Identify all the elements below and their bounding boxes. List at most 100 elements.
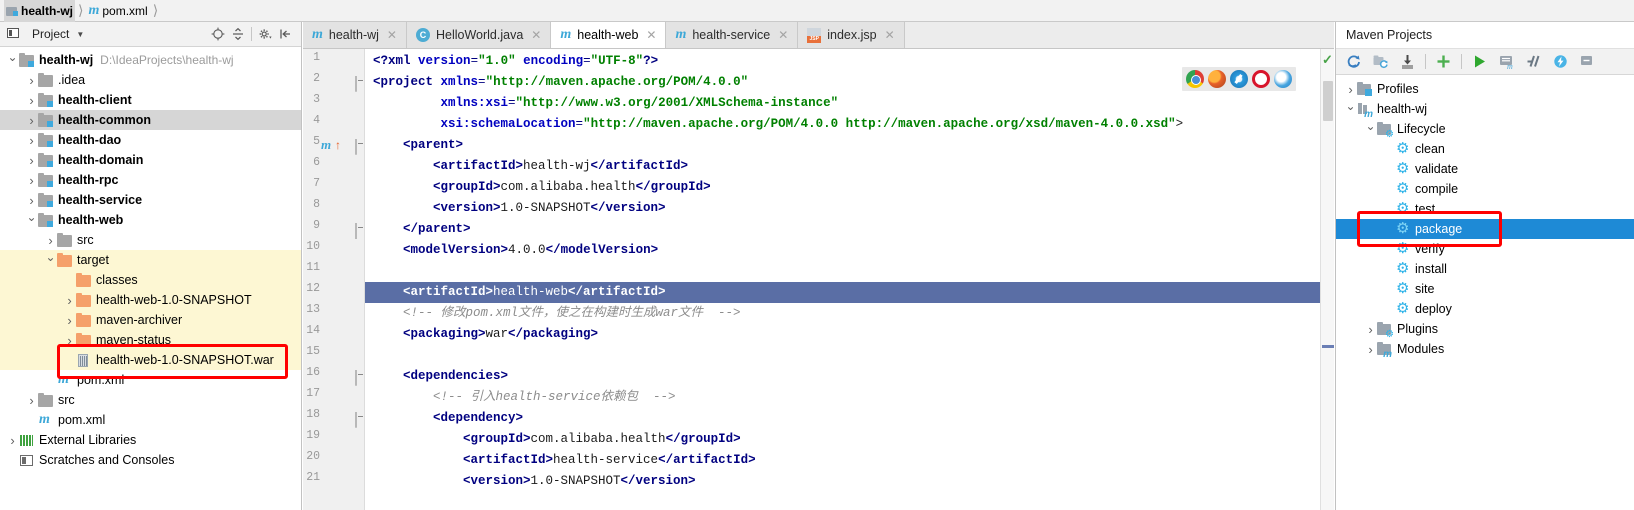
chevron-right-icon[interactable] — [63, 293, 76, 308]
reimport-icon[interactable] — [1341, 51, 1366, 73]
maven-goals-tree[interactable]: Profiles health-wj Lifecycle clean validate c… — [1336, 76, 1634, 510]
code-line[interactable]: <modelVersion>4.0.0</modelVersion> — [365, 240, 658, 261]
editor-marker-bar[interactable]: ✓ — [1320, 49, 1334, 510]
chevron-right-icon[interactable] — [1344, 82, 1357, 97]
code-line[interactable]: </parent> — [365, 219, 471, 240]
maven-tree-item-package[interactable]: package — [1336, 219, 1634, 239]
chevron-right-icon[interactable] — [44, 233, 57, 248]
add-icon[interactable] — [1431, 51, 1456, 73]
close-icon[interactable]: ✕ — [387, 28, 397, 42]
editor-gutter[interactable]: 1 2 3 4 5 6 7 8 9 10 11 12 13 14 15 16 17 18 19 20 21 m ↑ — [303, 49, 365, 510]
maven-tree-item-validate[interactable]: validate — [1336, 159, 1634, 179]
opera-icon[interactable] — [1252, 70, 1270, 88]
code-fold-toggle[interactable] — [355, 370, 365, 386]
firefox-icon[interactable] — [1208, 70, 1226, 88]
breadcrumb-item-project[interactable]: health-wj — [4, 0, 76, 22]
tree-item-pom-xml[interactable]: m pom.xml — [0, 410, 301, 430]
chevron-down-icon[interactable] — [6, 53, 19, 67]
edge-icon[interactable] — [1274, 70, 1292, 88]
tree-item-health-domain[interactable]: health-domain — [0, 150, 301, 170]
tree-item-target[interactable]: target — [0, 250, 301, 270]
code-line[interactable]: <artifactId>health-wj</artifactId> — [365, 156, 688, 177]
chevron-right-icon[interactable] — [6, 433, 19, 448]
editor-tab-helloworld-java[interactable]: C HelloWorld.java ✕ — [406, 22, 552, 48]
maven-tree-item-lifecycle[interactable]: Lifecycle — [1336, 119, 1634, 140]
close-icon[interactable]: ✕ — [885, 28, 895, 42]
toggle-skip-tests-icon[interactable] — [1521, 51, 1546, 73]
chevron-down-icon[interactable] — [25, 213, 38, 227]
project-file-tree[interactable]: health-wj D:\IdeaProjects\health-wj .idea h… — [0, 48, 301, 510]
code-line[interactable]: xsi:schemaLocation="http://maven.apache.… — [365, 114, 1184, 135]
maven-tree-item-modules[interactable]: Modules — [1336, 339, 1634, 360]
chevron-right-icon[interactable] — [25, 173, 38, 188]
gear-icon[interactable] — [255, 24, 275, 44]
code-line[interactable]: <artifactId>health-web</artifactId> — [365, 282, 666, 303]
editor-tab-health-service[interactable]: m health-service ✕ — [666, 22, 799, 48]
maven-tree-item-test[interactable]: test — [1336, 199, 1634, 219]
chrome-icon[interactable] — [1186, 70, 1204, 88]
code-fold-toggle[interactable] — [355, 223, 365, 239]
code-content[interactable]: <?xml version="1.0" encoding="UTF-8"?> <p… — [365, 49, 1334, 510]
chevron-right-icon[interactable] — [25, 73, 38, 88]
code-line[interactable]: <groupId>com.alibaba.health</groupId> — [365, 429, 741, 450]
tree-item-health-client[interactable]: health-client — [0, 90, 301, 110]
chevron-right-icon[interactable] — [63, 313, 76, 328]
maven-tree-item-site[interactable]: site — [1336, 279, 1634, 299]
chevron-right-icon[interactable] — [25, 93, 38, 108]
maven-tree-item-clean[interactable]: clean — [1336, 139, 1634, 159]
code-line[interactable]: <project xmlns="http://maven.apache.org/… — [365, 72, 748, 93]
execute-goal-icon[interactable]: m — [1494, 51, 1519, 73]
generate-sources-icon[interactable] — [1368, 51, 1393, 73]
locate-icon[interactable] — [208, 24, 228, 44]
chevron-right-icon[interactable] — [25, 193, 38, 208]
code-line[interactable]: xmlns:xsi="http://www.w3.org/2001/XMLSch… — [365, 93, 839, 114]
collapse-all-icon[interactable] — [1575, 51, 1600, 73]
tree-item-health-dao[interactable]: health-dao — [0, 130, 301, 150]
editor-tab-health-web[interactable]: m health-web ✕ — [551, 22, 667, 48]
code-line[interactable]: <dependencies> — [365, 366, 508, 387]
chevron-down-icon[interactable]: ▼ — [76, 30, 84, 39]
tree-item-src[interactable]: src — [0, 390, 301, 410]
breadcrumb-item-pom[interactable]: m pom.xml — [86, 0, 149, 22]
chevron-right-icon[interactable] — [1364, 342, 1377, 357]
tree-item-classes[interactable]: classes — [0, 270, 301, 290]
code-viewport[interactable]: 1 2 3 4 5 6 7 8 9 10 11 12 13 14 15 16 17 18 19 20 21 m ↑ <?xm… — [303, 49, 1334, 510]
tree-item-health-web-1-0-snapshot-war[interactable]: health-web-1.0-SNAPSHOT.war — [0, 350, 301, 370]
close-icon[interactable]: ✕ — [531, 28, 541, 42]
chevron-right-icon[interactable] — [1364, 322, 1377, 337]
tree-item-pom-xml[interactable]: m pom.xml — [0, 370, 301, 390]
code-line[interactable]: <dependency> — [365, 408, 523, 429]
tree-item-maven-status[interactable]: maven-status — [0, 330, 301, 350]
code-line[interactable]: <version>1.0-SNAPSHOT</version> — [365, 471, 696, 492]
tree-item-src[interactable]: src — [0, 230, 301, 250]
tree-item--idea[interactable]: .idea — [0, 70, 301, 90]
chevron-right-icon[interactable] — [25, 393, 38, 408]
scrollbar-thumb[interactable] — [1323, 81, 1333, 121]
code-fold-toggle[interactable] — [355, 139, 365, 155]
tree-item-health-web-1-0-snapshot[interactable]: health-web-1.0-SNAPSHOT — [0, 290, 301, 310]
chevron-right-icon[interactable] — [25, 153, 38, 168]
code-line[interactable]: <groupId>com.alibaba.health</groupId> — [365, 177, 711, 198]
tree-item-health-service[interactable]: health-service — [0, 190, 301, 210]
safari-icon[interactable] — [1230, 70, 1248, 88]
close-icon[interactable]: ✕ — [646, 28, 656, 42]
maven-tree-item-health-wj[interactable]: health-wj — [1336, 99, 1634, 120]
maven-tree-item-compile[interactable]: compile — [1336, 179, 1634, 199]
tree-item-health-rpc[interactable]: health-rpc — [0, 170, 301, 190]
chevron-down-icon[interactable] — [1364, 122, 1377, 136]
code-fold-toggle[interactable] — [355, 76, 365, 92]
maven-tree-item-deploy[interactable]: deploy — [1336, 299, 1634, 319]
code-fold-toggle[interactable] — [355, 412, 365, 428]
code-line[interactable]: <?xml version="1.0" encoding="UTF-8"?> — [365, 51, 658, 72]
code-line[interactable]: <!-- 引入health-service依赖包 --> — [365, 387, 676, 408]
maven-tree-item-plugins[interactable]: Plugins — [1336, 319, 1634, 340]
tree-item-external-libraries[interactable]: External Libraries — [0, 430, 301, 450]
code-line[interactable]: <version>1.0-SNAPSHOT</version> — [365, 198, 666, 219]
tree-item-health-wj[interactable]: health-wj D:\IdeaProjects\health-wj — [0, 50, 301, 70]
code-line[interactable]: <artifactId>health-service</artifactId> — [365, 450, 756, 471]
chevron-right-icon[interactable] — [25, 133, 38, 148]
maven-gutter-marker-icon[interactable]: m ↑ — [321, 137, 341, 153]
download-sources-icon[interactable] — [1395, 51, 1420, 73]
maven-tree-item-install[interactable]: install — [1336, 259, 1634, 279]
close-icon[interactable]: ✕ — [778, 28, 788, 42]
